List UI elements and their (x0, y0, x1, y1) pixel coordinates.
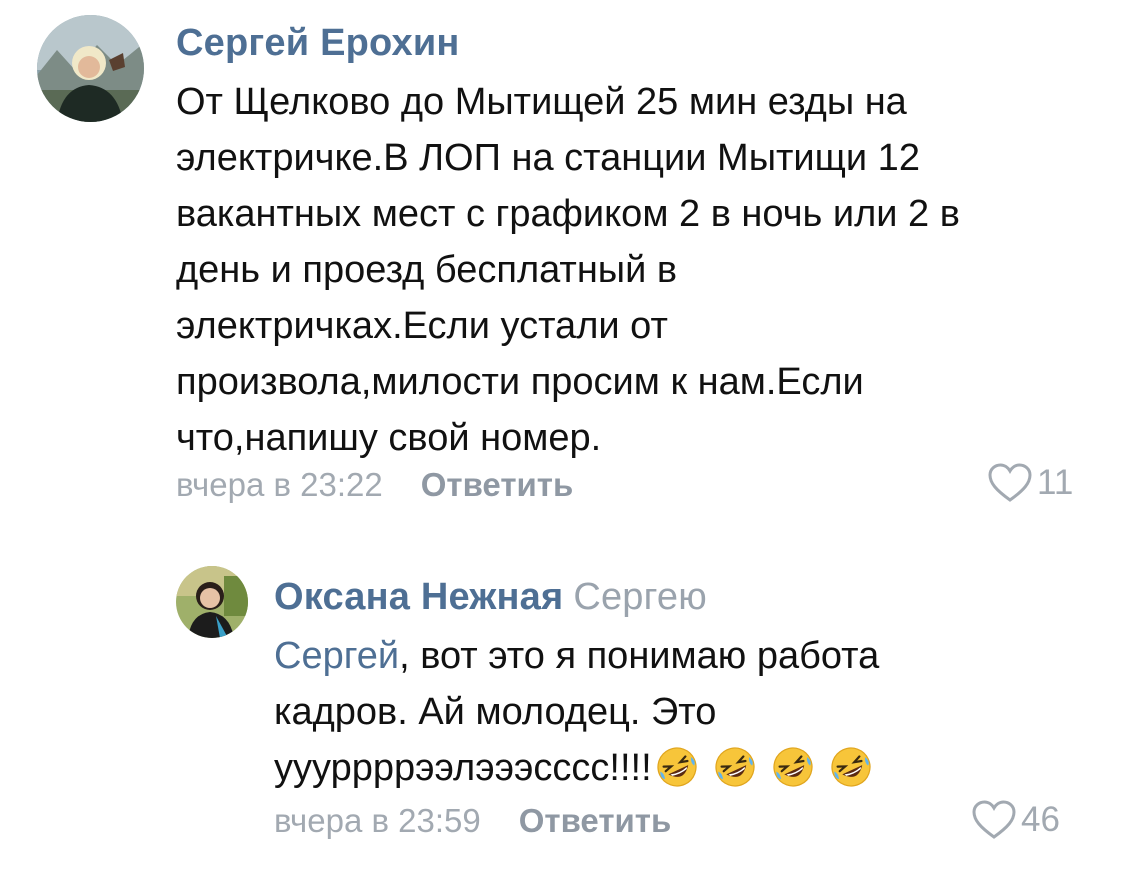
heart-icon (988, 463, 1032, 502)
like-count: 46 (1021, 800, 1060, 839)
comment-text-line: электричках.Если устали от (176, 305, 668, 347)
reply-button[interactable]: Ответить (421, 466, 574, 503)
avatar[interactable] (176, 566, 248, 638)
comment-timestamp: вчера в 23:22 (176, 466, 383, 503)
heart-icon (972, 800, 1016, 839)
comment-text-line: Сергей, вот это я понимаю работа (274, 628, 879, 684)
rolling-on-floor-laughing-emoji-icon (657, 747, 697, 787)
comment-text-line: что,напишу свой номер. (176, 417, 602, 459)
rolling-on-floor-laughing-emoji-icon (773, 747, 813, 787)
comments-thread: Сергей Ерохин От Щелково до Мытищей 25 м… (0, 0, 1125, 880)
comment-text: От Щелково до Мытищей 25 мин езды на эле… (176, 74, 960, 466)
reply-to-name[interactable]: Сергею (573, 576, 707, 618)
comment-meta: вчера в 23:59 Ответить (274, 802, 671, 840)
comment-text-line: день и проезд бесплатный в (176, 249, 678, 291)
comment-text: Сергей, вот это я понимаю работа кадров.… (274, 628, 879, 796)
user-avatar-photo-icon (37, 15, 144, 122)
like-button[interactable]: 11 (988, 463, 1073, 503)
author-name[interactable]: Оксана Нежная (274, 576, 563, 618)
rolling-on-floor-laughing-emoji-icon (831, 747, 871, 787)
mention-link[interactable]: Сергей (274, 635, 399, 677)
comment-text-line: вакантных мест с графиком 2 в ночь или 2… (176, 193, 960, 235)
user-avatar-photo-icon (176, 566, 248, 638)
comment-text-line: уууррррээлэээсссс!!!! (274, 740, 879, 796)
comment-author: Оксана Нежная Сергею (274, 576, 707, 619)
comment-text-line: кадров. Ай молодец. Это (274, 691, 717, 733)
comment-timestamp: вчера в 23:59 (274, 802, 481, 839)
like-button[interactable]: 46 (972, 800, 1060, 840)
reply-button[interactable]: Ответить (519, 802, 672, 839)
comment-meta: вчера в 23:22 Ответить (176, 466, 573, 504)
comment-author[interactable]: Сергей Ерохин (176, 22, 460, 65)
avatar[interactable] (37, 15, 144, 122)
rolling-on-floor-laughing-emoji-icon (715, 747, 755, 787)
comment-text-fragment: , вот это я понимаю работа (399, 635, 880, 677)
comment-text-fragment: уууррррээлэээсссс!!!! (274, 747, 652, 789)
comment-text-line: произвола,милости просим к нам.Если (176, 361, 864, 403)
comment-text-line: От Щелково до Мытищей 25 мин езды на (176, 81, 907, 123)
comment-text-line: электричке.В ЛОП на станции Мытищи 12 (176, 137, 920, 179)
like-count: 11 (1037, 463, 1074, 502)
